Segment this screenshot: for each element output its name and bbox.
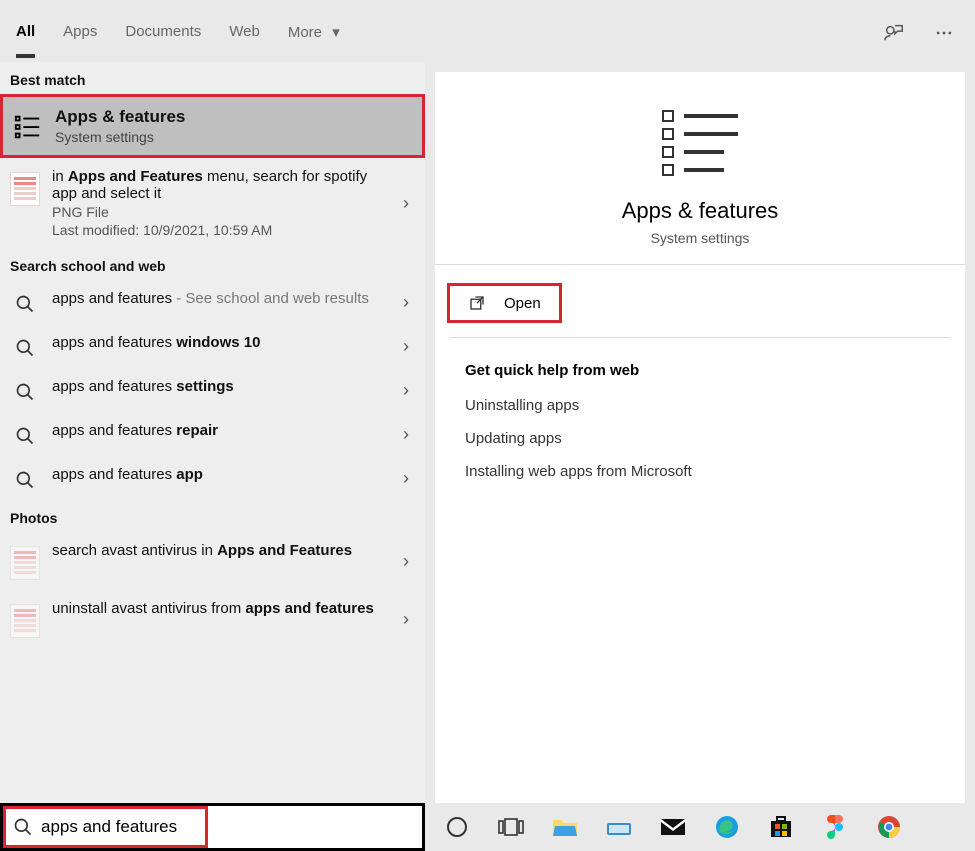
- photo-result-0[interactable]: search avast antivirus in Apps and Featu…: [0, 532, 425, 590]
- chevron-right-icon: ›: [403, 336, 415, 357]
- preview-title: Apps & features: [455, 198, 945, 224]
- chevron-down-icon: ▾: [332, 24, 340, 41]
- chevron-right-icon: ›: [403, 468, 415, 489]
- chevron-right-icon: ›: [403, 380, 415, 401]
- web-result-title: apps and features repair: [52, 422, 391, 439]
- best-match-title: Apps & features: [55, 107, 412, 127]
- photo-result-title: uninstall avast antivirus from apps and …: [52, 600, 391, 617]
- search-icon: [10, 334, 40, 358]
- task-view-icon[interactable]: [497, 813, 525, 841]
- photo-result-title: search avast antivirus in Apps and Featu…: [52, 542, 391, 559]
- chevron-right-icon: ›: [403, 292, 415, 313]
- help-link-install[interactable]: Installing web apps from Microsoft: [435, 455, 965, 488]
- search-icon: [10, 466, 40, 490]
- apps-features-hero-icon: [662, 104, 738, 182]
- web-result-title: apps and features settings: [52, 378, 391, 395]
- best-match-subtitle: System settings: [55, 129, 412, 145]
- search-box[interactable]: [0, 803, 425, 851]
- file-explorer-icon[interactable]: [551, 813, 579, 841]
- tab-more-label: More: [288, 24, 322, 41]
- mail-icon[interactable]: [659, 813, 687, 841]
- file-thumbnail-icon: [10, 168, 40, 206]
- web-result-3[interactable]: apps and features repair ›: [0, 412, 425, 456]
- chevron-right-icon: ›: [403, 193, 415, 214]
- section-best-match: Best match: [0, 62, 425, 94]
- search-icon: [13, 817, 33, 837]
- preview-pane: Apps & features System settings Open Get…: [435, 72, 965, 803]
- open-label: Open: [504, 295, 541, 312]
- file-result-modified: Last modified: 10/9/2021, 10:59 AM: [52, 222, 391, 238]
- web-result-title: apps and features - See school and web r…: [52, 290, 391, 307]
- open-button[interactable]: Open: [447, 283, 562, 323]
- search-input[interactable]: [41, 817, 412, 837]
- tab-web[interactable]: Web: [229, 23, 260, 58]
- file-result-title: in Apps and Features menu, search for sp…: [52, 168, 391, 202]
- web-result-2[interactable]: apps and features settings ›: [0, 368, 425, 412]
- web-result-1[interactable]: apps and features windows 10 ›: [0, 324, 425, 368]
- best-match-result[interactable]: Apps & features System settings: [0, 94, 425, 158]
- photo-thumbnail-icon: [10, 600, 40, 638]
- chrome-icon[interactable]: [875, 813, 903, 841]
- more-options-icon[interactable]: [933, 22, 955, 44]
- help-link-update[interactable]: Updating apps: [435, 422, 965, 455]
- section-search-web: Search school and web: [0, 248, 425, 280]
- web-result-title: apps and features windows 10: [52, 334, 391, 351]
- chevron-right-icon: ›: [403, 609, 415, 630]
- tab-documents[interactable]: Documents: [125, 23, 201, 58]
- file-result[interactable]: in Apps and Features menu, search for sp…: [0, 158, 425, 248]
- help-link-uninstall[interactable]: Uninstalling apps: [435, 389, 965, 422]
- results-list: Best match Apps & features System settin…: [0, 62, 425, 803]
- open-external-icon: [468, 294, 486, 312]
- chevron-right-icon: ›: [403, 424, 415, 445]
- tab-more[interactable]: More ▾: [288, 23, 340, 58]
- file-result-type: PNG File: [52, 204, 391, 220]
- taskbar: [425, 803, 975, 851]
- preview-subtitle: System settings: [455, 230, 945, 246]
- web-result-title: apps and features app: [52, 466, 391, 483]
- apps-features-list-icon: [13, 107, 43, 143]
- web-result-4[interactable]: apps and features app ›: [0, 456, 425, 500]
- section-photos: Photos: [0, 500, 425, 532]
- search-icon: [10, 378, 40, 402]
- chevron-right-icon: ›: [403, 551, 415, 572]
- photo-thumbnail-icon: [10, 542, 40, 580]
- figma-icon[interactable]: [821, 813, 849, 841]
- tab-all[interactable]: All: [16, 23, 35, 58]
- microsoft-store-icon[interactable]: [767, 813, 795, 841]
- edge-icon[interactable]: [713, 813, 741, 841]
- search-icon: [10, 290, 40, 314]
- tab-apps[interactable]: Apps: [63, 23, 97, 58]
- search-top-tabs: All Apps Documents Web More ▾: [0, 0, 975, 62]
- search-icon: [10, 422, 40, 446]
- photo-result-1[interactable]: uninstall avast antivirus from apps and …: [0, 590, 425, 648]
- feedback-icon[interactable]: [883, 22, 905, 44]
- help-header: Get quick help from web: [435, 338, 965, 389]
- web-result-0[interactable]: apps and features - See school and web r…: [0, 280, 425, 324]
- keyboard-app-icon[interactable]: [605, 813, 633, 841]
- cortana-icon[interactable]: [443, 813, 471, 841]
